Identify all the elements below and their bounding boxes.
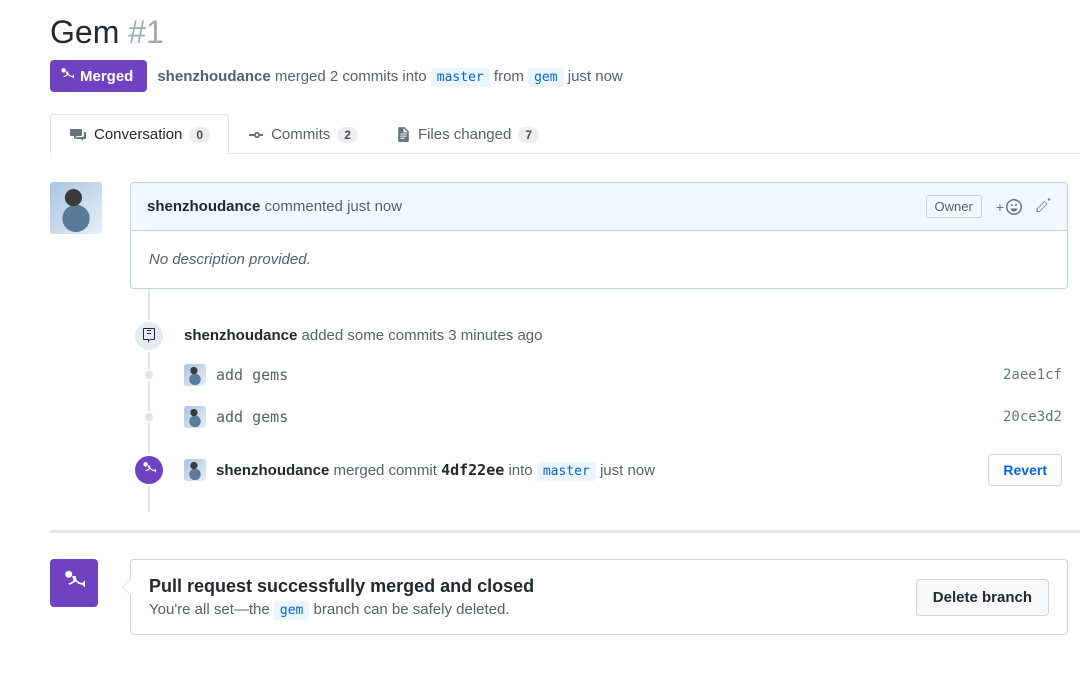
push-author[interactable]: shenzhoudance — [184, 327, 297, 344]
tab-count: 0 — [189, 127, 210, 143]
merge-icon — [60, 67, 74, 85]
timeline-merge-event: shenzhoudance merged commit 4df22ee into… — [148, 438, 1080, 502]
smiley-icon — [1006, 199, 1022, 215]
delete-branch-button[interactable]: Delete branch — [916, 579, 1049, 616]
tab-label: Commits — [271, 126, 330, 143]
repo-push-icon — [142, 328, 156, 344]
state-row: Merged shenzhoudance merged 2 commits in… — [50, 60, 1080, 92]
tabnav: Conversation 0 Commits 2 Files changed 7 — [50, 114, 1080, 154]
pr-number: #1 — [128, 14, 164, 50]
pr-title-text: Gem — [50, 14, 119, 50]
timeline-commit: add gems 20ce3d2 — [148, 396, 1080, 438]
commit-message[interactable]: add gems — [216, 366, 288, 384]
timeline-push-event: shenzhoudance added some commits 3 minut… — [148, 317, 1080, 354]
commit-dot — [143, 369, 155, 381]
merged-banner: Pull request successfully merged and clo… — [130, 559, 1068, 635]
head-branch[interactable]: gem — [528, 68, 563, 87]
revert-button[interactable]: Revert — [988, 454, 1062, 486]
tab-files[interactable]: Files changed 7 — [377, 114, 558, 154]
comment-time: commented just now — [260, 198, 402, 215]
tab-count: 7 — [518, 127, 539, 143]
discussion-icon — [69, 127, 87, 143]
timeline-commit: add gems 2aee1cf — [148, 354, 1080, 396]
pr-title-row: Gem #1 — [50, 12, 1080, 52]
avatar[interactable] — [50, 182, 102, 234]
owner-badge: Owner — [926, 195, 982, 218]
merged-banner-branch: gem — [274, 601, 309, 620]
push-marker — [133, 320, 165, 352]
comment-body: No description provided. — [131, 231, 1067, 288]
add-reaction-button[interactable]: + — [996, 199, 1022, 215]
comment-author[interactable]: shenzhoudance — [147, 198, 260, 215]
section-divider — [50, 530, 1080, 533]
commit-sha[interactable]: 20ce3d2 — [1003, 409, 1080, 425]
merged-badge-label: Merged — [80, 68, 133, 85]
avatar[interactable] — [184, 406, 206, 428]
merge-icon — [142, 461, 156, 479]
commit-icon — [248, 127, 264, 143]
commit-dot — [143, 411, 155, 423]
merged-banner-title: Pull request successfully merged and clo… — [149, 576, 534, 597]
merge-icon — [63, 569, 85, 597]
diff-icon — [396, 126, 411, 143]
merge-target-branch[interactable]: master — [537, 462, 596, 481]
merge-marker — [133, 454, 165, 486]
comment-header: shenzhoudance commented just now Owner + — [131, 183, 1067, 231]
commit-message[interactable]: add gems — [216, 408, 288, 426]
base-branch[interactable]: master — [431, 68, 490, 87]
pencil-icon — [1036, 197, 1051, 213]
merge-author[interactable]: shenzhoudance — [216, 462, 329, 479]
merged-badge: Merged — [50, 60, 147, 92]
merge-meta: shenzhoudance merged 2 commits into mast… — [157, 68, 622, 85]
tab-label: Files changed — [418, 126, 511, 143]
merge-commit-sha[interactable]: 4df22ee — [441, 461, 504, 479]
tab-label: Conversation — [94, 126, 182, 143]
edit-button[interactable] — [1036, 197, 1051, 217]
tab-count: 2 — [337, 127, 358, 143]
avatar[interactable] — [184, 364, 206, 386]
avatar[interactable] — [184, 459, 206, 481]
merged-banner-icon — [50, 559, 98, 607]
merge-author[interactable]: shenzhoudance — [157, 68, 270, 85]
pr-title: Gem #1 — [50, 12, 1080, 52]
tab-commits[interactable]: Commits 2 — [229, 114, 377, 154]
merged-banner-subtitle: You're all set—the gem branch can be saf… — [149, 601, 534, 618]
tab-conversation[interactable]: Conversation 0 — [50, 114, 229, 154]
comment-box: shenzhoudance commented just now Owner +… — [130, 182, 1068, 289]
commit-sha[interactable]: 2aee1cf — [1003, 367, 1080, 383]
